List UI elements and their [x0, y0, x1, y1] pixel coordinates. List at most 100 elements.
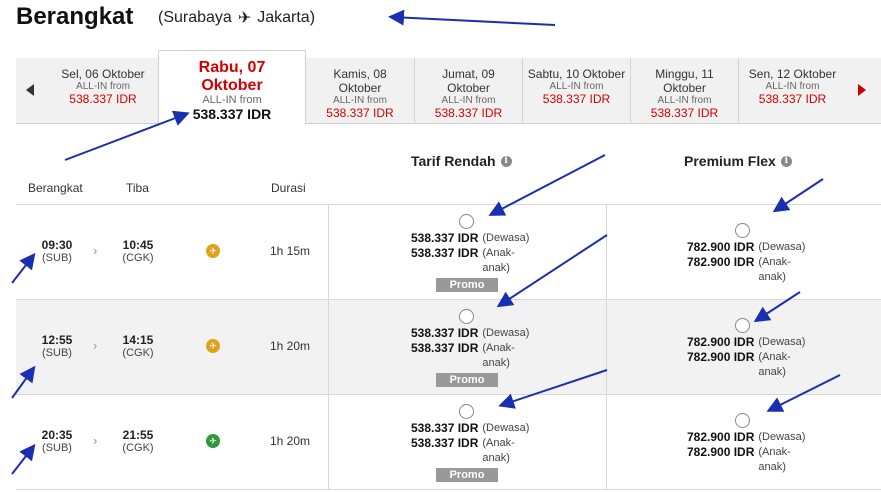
premium-fare-adult-price: 782.900 IDR	[687, 335, 755, 349]
date-tab-price: 538.337 IDR	[542, 92, 611, 106]
premium-fare-child-price: 782.900 IDR	[687, 350, 755, 364]
info-icon[interactable]: i	[500, 155, 512, 167]
arrival-airport-code: (CGK)	[122, 442, 154, 454]
destination-city: Jakarta)	[257, 9, 316, 26]
chevron-right-icon: ›	[93, 243, 98, 258]
select-premium-fare-radio[interactable]	[735, 413, 750, 428]
departure-time-value: 09:30	[41, 238, 73, 252]
flight-duration: 1h 15m	[270, 244, 311, 258]
date-tab-10[interactable]: Sabtu, 10 Oktober ALL-IN from 538.337 ID…	[522, 58, 630, 124]
flight-duration: 1h 20m	[270, 339, 311, 353]
adult-label: (Dewasa)	[758, 241, 806, 253]
date-tab-allin: ALL-IN from	[202, 94, 262, 106]
arrival-time-value: 14:15	[122, 333, 154, 347]
child-label-cont: anak)	[758, 461, 786, 473]
date-tab-price: 538.337 IDR	[192, 106, 272, 122]
child-label-cont: anak)	[758, 271, 786, 283]
select-low-fare-radio[interactable]	[459, 214, 474, 229]
promo-badge: Promo	[436, 373, 498, 387]
date-tab-label-month: Oktober	[663, 81, 706, 95]
departure-airport-code: (SUB)	[42, 252, 72, 264]
date-tab-price: 538.337 IDR	[650, 106, 719, 120]
flight-row[interactable]: 09:30 (SUB) › 10:45 (CGK) ✈ 1h 15m 538.3…	[16, 205, 881, 300]
chevron-right-icon: ›	[93, 433, 98, 448]
premium-fare-adult-price: 782.900 IDR	[687, 240, 755, 254]
low-fare-adult-price: 538.337 IDR	[411, 231, 479, 245]
date-tab-price: 538.337 IDR	[326, 106, 394, 120]
promo-badge: Promo	[436, 278, 498, 292]
date-tab-11[interactable]: Minggu, 11 Oktober ALL-IN from 538.337 I…	[630, 58, 738, 124]
child-label: (Anak-	[482, 342, 515, 354]
date-tab-allin: ALL-IN from	[549, 81, 604, 92]
info-icon[interactable]: i	[780, 155, 792, 167]
child-label-cont: anak)	[482, 357, 510, 369]
column-divider	[606, 205, 607, 300]
route-label: (Surabaya ✈ Jakarta)	[158, 8, 315, 28]
fare-header-premium: Premium Flex i	[684, 153, 792, 169]
premium-fare-child-price: 782.900 IDR	[687, 255, 755, 269]
date-tab-label: Rabu, 07	[198, 59, 266, 76]
low-fare-adult-price: 538.337 IDR	[411, 326, 479, 340]
select-premium-fare-radio[interactable]	[735, 318, 750, 333]
select-low-fare-radio[interactable]	[459, 309, 474, 324]
date-tab-label-month: Oktober	[447, 81, 490, 95]
child-label-cont: anak)	[482, 452, 510, 464]
column-divider	[328, 205, 329, 300]
flight-row[interactable]: 20:35 (SUB) › 21:55 (CGK) ✈ 1h 20m 538.3…	[16, 395, 881, 490]
date-tab-label: Kamis, 08	[333, 67, 387, 81]
low-fare-prices: 538.337 IDR(Dewasa) 538.337 IDR(Anak- 53…	[411, 326, 529, 371]
adult-label: (Dewasa)	[758, 431, 806, 443]
next-dates-arrow-icon[interactable]	[858, 84, 866, 96]
departure-time-value: 12:55	[41, 333, 73, 347]
date-tab-price: 538.337 IDR	[69, 92, 137, 106]
arrival-time: 21:55 (CGK)	[113, 428, 163, 454]
flight-row[interactable]: 12:55 (SUB) › 14:15 (CGK) ✈ 1h 20m 538.3…	[16, 300, 881, 395]
child-label: (Anak-	[758, 446, 791, 458]
date-tab-12[interactable]: Sen, 12 Oktober ALL-IN from 538.337 IDR	[738, 58, 846, 124]
airline-logo-icon: ✈	[206, 244, 220, 258]
low-fare-child-price: 538.337 IDR	[411, 436, 479, 450]
date-tab-allin: ALL-IN from	[76, 81, 130, 92]
low-fare-adult-price: 538.337 IDR	[411, 421, 479, 435]
date-tab-allin: ALL-IN from	[765, 81, 820, 92]
departure-time: 20:35 (SUB)	[32, 428, 82, 454]
premium-fare-prices: 782.900 IDR(Dewasa) 782.900 IDR(Anak- 78…	[687, 335, 805, 380]
fare-header-low: Tarif Rendah i	[411, 153, 512, 169]
column-header-arrive: Tiba	[126, 181, 149, 195]
airline-logo-icon: ✈	[206, 434, 220, 448]
child-label: (Anak-	[758, 256, 791, 268]
annotation-arrow	[388, 9, 556, 26]
departure-time-value: 20:35	[41, 428, 73, 442]
arrival-time: 14:15 (CGK)	[113, 333, 163, 359]
column-divider	[328, 395, 329, 490]
prev-dates-arrow-icon[interactable]	[26, 84, 34, 96]
date-tab-07-selected[interactable]: Rabu, 07 Oktober ALL-IN from 538.337 IDR	[158, 50, 306, 125]
departure-time: 09:30 (SUB)	[32, 238, 82, 264]
premium-fare-prices: 782.900 IDR(Dewasa) 782.900 IDR(Anak- 78…	[687, 240, 805, 285]
low-fare-child-price: 538.337 IDR	[411, 246, 479, 260]
date-tab-label: Sabtu, 10 Oktober	[527, 67, 626, 81]
low-fare-prices: 538.337 IDR(Dewasa) 538.337 IDR(Anak- 53…	[411, 231, 529, 276]
departure-time: 12:55 (SUB)	[32, 333, 82, 359]
arrival-airport-code: (CGK)	[122, 347, 154, 359]
child-label: (Anak-	[482, 437, 515, 449]
premium-fare-child-price: 782.900 IDR	[687, 445, 755, 459]
date-tab-label: Sen, 12 Oktober	[748, 67, 837, 81]
low-fare-child-price: 538.337 IDR	[411, 341, 479, 355]
column-header-depart: Berangkat	[28, 181, 83, 195]
select-low-fare-radio[interactable]	[459, 404, 474, 419]
chevron-right-icon: ›	[93, 338, 98, 353]
date-tab-08[interactable]: Kamis, 08 Oktober ALL-IN from 538.337 ID…	[306, 58, 414, 124]
adult-label: (Dewasa)	[758, 336, 806, 348]
column-divider	[328, 300, 329, 395]
select-premium-fare-radio[interactable]	[735, 223, 750, 238]
date-selector: Sel, 06 Oktober ALL-IN from 538.337 IDR …	[16, 50, 881, 125]
column-divider	[606, 300, 607, 395]
date-tab-09[interactable]: Jumat, 09 Oktober ALL-IN from 538.337 ID…	[414, 58, 522, 124]
date-tab-06[interactable]: Sel, 06 Oktober ALL-IN from 538.337 IDR	[48, 58, 158, 124]
child-label-cont: anak)	[482, 262, 510, 274]
arrival-time-value: 10:45	[122, 238, 154, 252]
adult-label: (Dewasa)	[482, 327, 530, 339]
date-tab-label: Jumat, 09	[442, 67, 495, 81]
arrival-time: 10:45 (CGK)	[113, 238, 163, 264]
